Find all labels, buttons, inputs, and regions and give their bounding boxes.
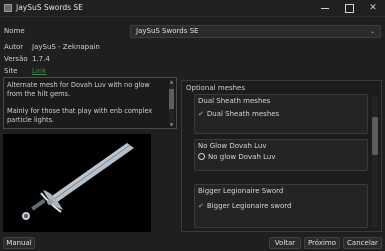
preview-image — [3, 134, 151, 232]
back-button[interactable]: Voltar — [269, 237, 301, 249]
option-label: Bigger Legionaire sword — [206, 202, 292, 210]
option-no-glow[interactable]: No glow Dovah Luv — [198, 153, 276, 161]
group-title: Bigger Legionaire Sword — [198, 187, 284, 195]
cancel-button[interactable]: Cancelar — [343, 237, 382, 249]
name-dropdown[interactable]: JaySuS Swords SE ⌄ — [130, 25, 381, 38]
maximize-icon[interactable] — [337, 0, 361, 17]
option-label: Dual Sheath meshes — [206, 110, 280, 118]
sword-image — [22, 143, 134, 220]
option-dual-sheath[interactable]: ✔ Dual Sheath meshes — [198, 110, 279, 118]
option-group-no-glow: No Glow Dovah Luv No glow Dovah Luv — [194, 139, 368, 171]
app-icon — [4, 4, 12, 12]
option-group-dual-sheath: Dual Sheath meshes ✔ Dual Sheath meshes — [194, 94, 368, 134]
version-label: Versão — [4, 55, 28, 63]
version-value: 1.7.4 — [32, 55, 50, 63]
description-paragraph: Mainly for those that play with enb comp… — [7, 107, 153, 124]
option-group-bigger-legionaire: Bigger Legionaire Sword ✔ Bigger Legionai… — [194, 184, 368, 228]
description-text: Alternate mesh for Dovah Luv with no glo… — [7, 81, 167, 133]
close-icon[interactable]: ✕ — [361, 0, 385, 17]
description-paragraph: Alternate mesh for Dovah Luv with no glo… — [7, 81, 150, 98]
checkmark-icon: ✔ — [198, 202, 204, 210]
option-bigger-legionaire[interactable]: ✔ Bigger Legionaire sword — [198, 202, 291, 210]
checkmark-icon: ✔ — [198, 110, 204, 118]
site-label: Site — [4, 67, 18, 75]
radio-button-icon — [198, 153, 205, 160]
group-title: Dual Sheath meshes — [198, 97, 271, 105]
name-label: Nome — [4, 27, 25, 35]
chevron-down-icon: ⌄ — [369, 28, 375, 35]
scroll-thumb[interactable] — [372, 117, 378, 155]
options-panel: Optional meshes Dual Sheath meshes ✔ Dual… — [181, 80, 382, 232]
scroll-down-icon[interactable]: ▼ — [168, 122, 175, 127]
name-dropdown-value: JaySuS Swords SE — [136, 27, 199, 35]
description-scrollbar[interactable]: ▲ ▼ — [168, 79, 175, 127]
scroll-thumb[interactable] — [169, 89, 174, 109]
options-title: Optional meshes — [186, 84, 245, 92]
description-box: Alternate mesh for Dovah Luv with no glo… — [3, 77, 177, 129]
next-button[interactable]: Próximo — [304, 237, 340, 249]
manual-button[interactable]: Manual — [3, 237, 35, 249]
scroll-up-icon[interactable]: ▲ — [168, 79, 175, 84]
group-title: No Glow Dovah Luv — [198, 142, 267, 150]
site-link[interactable]: Link — [32, 67, 46, 75]
author-label: Autor — [4, 43, 24, 51]
title-bar: JaySuS Swords SE ✕ — [0, 0, 385, 17]
window-title: JaySuS Swords SE — [16, 3, 83, 12]
minimize-icon[interactable] — [313, 0, 337, 17]
option-label: No glow Dovah Luv — [208, 153, 276, 161]
options-scrollbar[interactable] — [372, 95, 378, 227]
author-value: JaySuS - Zeknapain — [32, 43, 100, 51]
